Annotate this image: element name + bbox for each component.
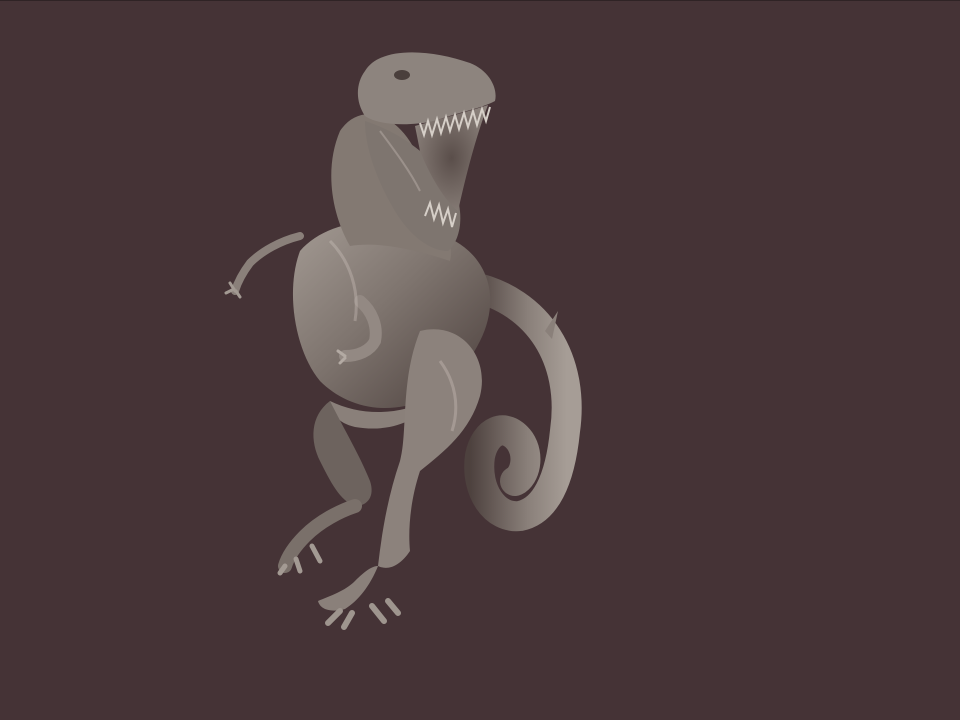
left-arm	[224, 232, 304, 299]
trex-sculpt-model	[224, 52, 582, 630]
render-viewport[interactable]	[0, 0, 960, 720]
